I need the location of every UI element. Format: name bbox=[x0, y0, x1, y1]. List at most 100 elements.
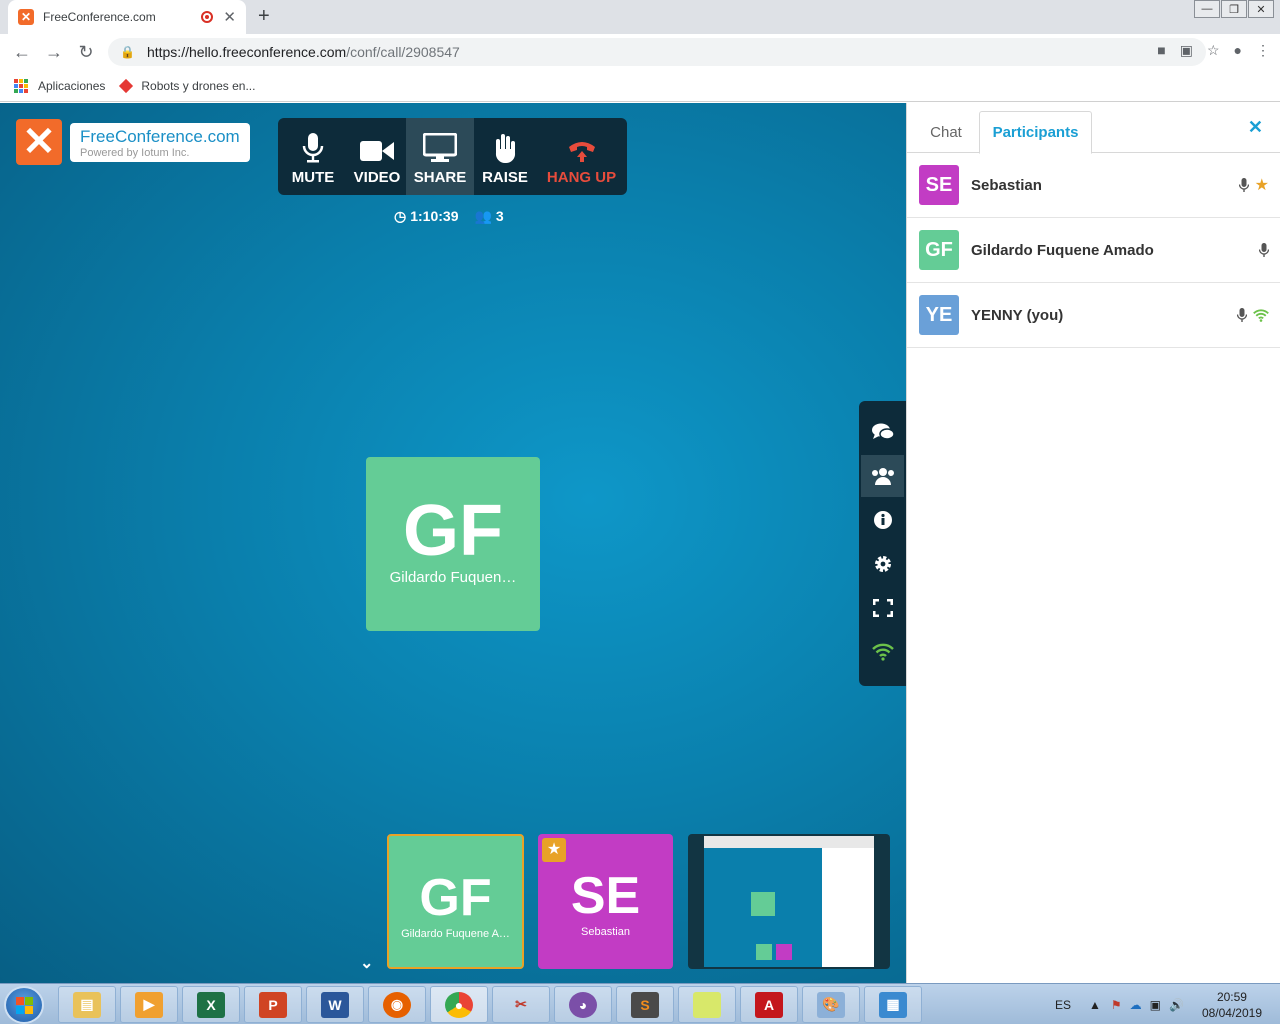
address-bar[interactable]: 🔒 https://hello.freeconference.com/conf/… bbox=[108, 38, 1206, 66]
taskbar-file-explorer[interactable]: ▤ bbox=[58, 986, 116, 1023]
participant-name: YENNY (you) bbox=[971, 306, 1064, 324]
screen-share-preview bbox=[704, 836, 874, 967]
tab-participants[interactable]: Participants bbox=[979, 111, 1092, 154]
windows-taskbar: ▤ ▶ X P W ◉ ● ✂ ◕ S A 🎨 ▦ ES ▲ ⚑ ☁ ▣ 🔊 2… bbox=[0, 983, 1280, 1024]
forward-icon[interactable]: → bbox=[38, 42, 70, 63]
raise-hand-button[interactable]: RAISE bbox=[474, 118, 536, 195]
reload-icon[interactable]: ↻ bbox=[70, 42, 102, 63]
thumbnail-sebastian[interactable]: ★ SE Sebastian bbox=[538, 834, 673, 969]
apps-grid-icon bbox=[14, 78, 28, 93]
taskbar-media-player[interactable]: ▶ bbox=[120, 986, 178, 1023]
chat-icon[interactable] bbox=[861, 411, 904, 453]
taskbar-chrome[interactable]: ● bbox=[430, 986, 488, 1023]
taskbar-word[interactable]: W bbox=[306, 986, 364, 1023]
word-icon: W bbox=[321, 991, 349, 1018]
fullscreen-icon[interactable] bbox=[861, 587, 904, 629]
avatar: SE bbox=[919, 165, 959, 205]
tab-chat[interactable]: Chat bbox=[915, 111, 977, 153]
taskbar-powerpoint[interactable]: P bbox=[244, 986, 302, 1023]
profile-icon[interactable]: ● bbox=[1234, 42, 1242, 59]
info-icon[interactable] bbox=[861, 499, 904, 541]
wifi-icon bbox=[1253, 308, 1269, 322]
side-rail bbox=[859, 401, 906, 686]
taskbar-excel[interactable]: X bbox=[182, 986, 240, 1023]
restore-button[interactable]: ❐ bbox=[1221, 0, 1247, 18]
taskbar-firefox[interactable]: ◉ bbox=[368, 986, 426, 1023]
mic-icon bbox=[1259, 242, 1269, 257]
taskbar-paint[interactable]: 🎨 bbox=[802, 986, 860, 1023]
clock[interactable]: 20:59 08/04/2019 bbox=[1202, 989, 1262, 1021]
hang-up-button[interactable]: HANG UP bbox=[536, 118, 627, 195]
logo-mark-icon: ✕ bbox=[16, 119, 62, 165]
excel-icon: X bbox=[197, 991, 225, 1018]
people-icon: 👥 bbox=[474, 208, 492, 224]
url-host: https://hello.freeconference.com bbox=[146, 44, 347, 60]
onedrive-icon[interactable]: ☁ bbox=[1130, 998, 1142, 1012]
collapse-thumbnails-chevron-icon[interactable]: ⌄ bbox=[360, 953, 373, 973]
participant-row[interactable]: SE Sebastian ★ bbox=[907, 153, 1280, 218]
video-button[interactable]: VIDEO bbox=[348, 118, 406, 195]
participant-row[interactable]: GF Gildardo Fuquene Amado bbox=[907, 218, 1280, 283]
menu-icon[interactable]: ⋮ bbox=[1256, 42, 1270, 59]
freeconference-favicon: ✕ bbox=[18, 9, 34, 25]
call-stats: ◷ 1:10:39 👥 3 bbox=[394, 208, 504, 225]
thumbnail-screen-share[interactable] bbox=[688, 834, 890, 969]
thumbnail-name: Sebastian bbox=[581, 926, 630, 938]
minimize-button[interactable]: — bbox=[1194, 0, 1220, 18]
participant-row[interactable]: YE YENNY (you) bbox=[907, 283, 1280, 348]
share-button[interactable]: SHARE bbox=[406, 118, 474, 195]
taskbar-acrobat[interactable]: A bbox=[740, 986, 798, 1023]
clock-time: 20:59 bbox=[1216, 989, 1247, 1004]
action-center-icon[interactable]: ⚑ bbox=[1111, 998, 1122, 1012]
taskbar-sticky-notes[interactable] bbox=[678, 986, 736, 1023]
mute-button[interactable]: MUTE bbox=[278, 118, 348, 195]
call-duration: ◷ 1:10:39 bbox=[394, 208, 458, 225]
url-path: /conf/call/2908547 bbox=[346, 44, 460, 60]
clock-date: 08/04/2019 bbox=[1201, 1005, 1262, 1020]
host-star-icon: ★ bbox=[542, 838, 566, 862]
tab-close-icon[interactable]: ✕ bbox=[223, 8, 236, 26]
raise-label: RAISE bbox=[482, 169, 528, 186]
star-icon: ★ bbox=[1254, 177, 1269, 194]
side-panel: Chat Participants ✕ SE Sebastian ★ GF Gi… bbox=[906, 103, 1280, 983]
wifi-icon[interactable] bbox=[861, 631, 904, 673]
thumbnail-gildardo[interactable]: GF Gildardo Fuquene A… bbox=[387, 834, 524, 969]
active-speaker-tile[interactable]: GF Gildardo Fuquen… bbox=[366, 457, 540, 631]
translate-icon[interactable]: ▣ bbox=[1180, 42, 1193, 59]
window-close-button[interactable]: ✕ bbox=[1248, 0, 1274, 18]
browser-tabbar: ✕ FreeConference.com ✕ + — ❐ ✕ bbox=[0, 0, 1280, 34]
share-label: SHARE bbox=[413, 169, 467, 186]
taskbar-snipping-tool[interactable]: ✂ bbox=[492, 986, 550, 1023]
language-indicator[interactable]: ES bbox=[1055, 998, 1071, 1012]
bookmark-apps-label: Aplicaciones bbox=[38, 78, 106, 93]
panel-tabs: Chat Participants ✕ bbox=[907, 103, 1280, 154]
participant-name: Sebastian bbox=[971, 176, 1042, 194]
volume-icon[interactable]: 🔊 bbox=[1169, 998, 1184, 1012]
media-player-icon: ▶ bbox=[135, 991, 163, 1018]
mute-label: MUTE bbox=[291, 169, 335, 186]
show-hidden-icons-icon[interactable]: ▲ bbox=[1089, 998, 1101, 1012]
taskbar-github[interactable]: ◕ bbox=[554, 986, 612, 1023]
settings-icon[interactable] bbox=[861, 543, 904, 585]
close-panel-icon[interactable]: ✕ bbox=[1248, 117, 1263, 138]
robots-bookmark-icon bbox=[119, 78, 134, 93]
sticky-notes-icon bbox=[693, 991, 721, 1018]
start-button[interactable] bbox=[4, 986, 44, 1024]
photo-viewer-icon: ▦ bbox=[879, 991, 907, 1018]
bookmark-star-icon[interactable]: ☆ bbox=[1207, 42, 1220, 59]
video-label: VIDEO bbox=[353, 169, 401, 186]
participants-icon[interactable] bbox=[861, 455, 904, 497]
bookmarks-bar: Aplicaciones Robots y drones en... bbox=[0, 70, 1280, 102]
chrome-icon: ● bbox=[445, 991, 473, 1018]
back-icon[interactable]: ← bbox=[6, 42, 38, 63]
bookmark-robots[interactable]: Robots y drones en... bbox=[119, 78, 255, 93]
taskbar-sublime[interactable]: S bbox=[616, 986, 674, 1023]
network-icon[interactable]: ▣ bbox=[1150, 998, 1161, 1012]
hand-icon bbox=[495, 134, 516, 163]
camera-in-use-icon[interactable]: ■ bbox=[1157, 42, 1165, 59]
taskbar-photo-viewer[interactable]: ▦ bbox=[864, 986, 922, 1023]
bookmark-apps[interactable]: Aplicaciones bbox=[14, 78, 106, 93]
new-tab-button[interactable]: + bbox=[258, 5, 270, 28]
browser-tab[interactable]: ✕ FreeConference.com ✕ bbox=[8, 0, 246, 34]
microphone-icon bbox=[302, 133, 324, 163]
